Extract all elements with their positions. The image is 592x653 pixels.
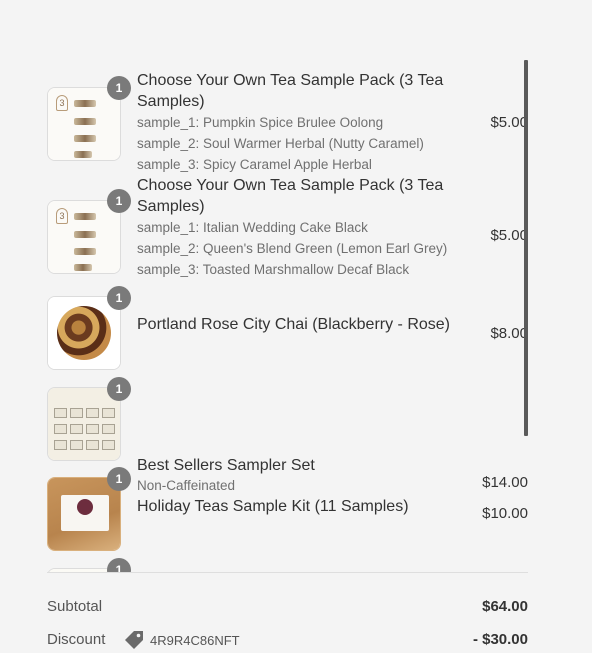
discount-code-text: 4R9R4C86NFT — [150, 632, 240, 648]
cart-item: 3 1 Choose Your Own Tea Sample Pack (3 T… — [47, 173, 528, 283]
item-name: Holiday Teas Sample Kit (11 Samples) — [137, 498, 409, 515]
quantity-badge: 1 — [107, 286, 131, 310]
sampler-set-image — [47, 387, 121, 461]
divider — [47, 572, 528, 573]
item-option: sample_1: Pumpkin Spice Brulee Oolong — [137, 115, 384, 130]
quantity-badge: 1 — [107, 558, 131, 572]
item-price: $10.00 — [482, 505, 528, 522]
sample-pack-image: 3 — [47, 200, 121, 274]
holiday-kit-image — [47, 477, 121, 551]
cart-item: 1 Portland Rose City Chai (Blackberry - … — [47, 286, 528, 376]
item-price: $5.00 — [490, 227, 528, 244]
loose-leaf-chai-image — [47, 296, 121, 370]
item-price: $5.00 — [490, 114, 528, 131]
cart-item: 1 Best Sellers Sampler Set Non-Caffeinat… — [47, 377, 528, 493]
item-option: sample_3: Toasted Marshmallow Decaf Blac… — [137, 262, 410, 277]
quantity-badge: 1 — [107, 377, 131, 401]
subtotal-value: $64.00 — [482, 598, 528, 615]
cart-item: 3 1 Choose Your Own Tea Sample Pack (3 T… — [47, 60, 528, 172]
tag-icon — [124, 630, 144, 650]
item-price: $8.00 — [490, 325, 528, 342]
cart-item: 1 — [47, 558, 528, 572]
discount-label: Discount — [47, 631, 106, 648]
item-name: Portland Rose City Chai (Blackberry - Ro… — [137, 316, 450, 333]
item-option: sample_3: Spicy Caramel Apple Herbal — [137, 157, 372, 172]
cart-item: 1 Holiday Teas Sample Kit (11 Samples) $… — [47, 467, 528, 558]
item-name: Choose Your Own Tea Sample Pack (3 Tea S… — [137, 72, 444, 110]
quantity-badge: 1 — [107, 189, 131, 213]
discount-code: 4R9R4C86NFT — [124, 630, 240, 650]
scrollbar[interactable] — [524, 60, 528, 436]
subtotal-label: Subtotal — [47, 598, 103, 615]
discount-value: - $30.00 — [472, 631, 528, 648]
quantity-badge: 1 — [107, 467, 131, 491]
item-option: sample_2: Soul Warmer Herbal (Nutty Cara… — [137, 136, 424, 151]
item-name: Choose Your Own Tea Sample Pack (3 Tea S… — [137, 177, 444, 215]
item-option: sample_2: Queen's Blend Green (Lemon Ear… — [137, 241, 448, 256]
sample-pack-image: 3 — [47, 87, 121, 161]
cart-item-list[interactable]: 3 1 Choose Your Own Tea Sample Pack (3 T… — [47, 60, 528, 572]
item-option: sample_1: Italian Wedding Cake Black — [137, 220, 368, 235]
quantity-badge: 1 — [107, 76, 131, 100]
